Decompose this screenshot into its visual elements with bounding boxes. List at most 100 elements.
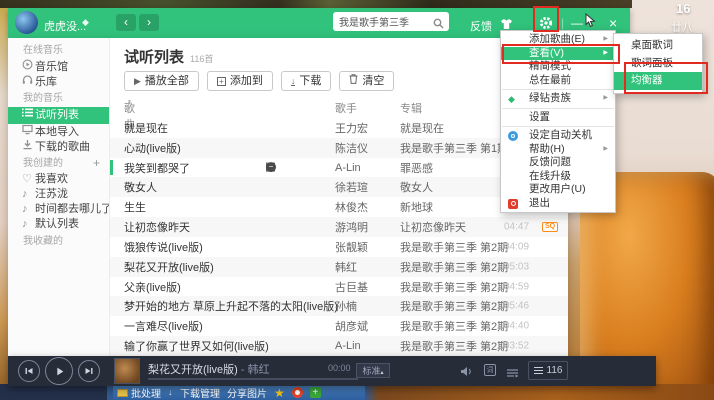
play-button[interactable] xyxy=(45,357,73,385)
next-button[interactable] xyxy=(78,360,100,382)
download-manager-button[interactable]: ↓ 下载管理 xyxy=(168,385,220,400)
menu-item-always-on-top[interactable]: 总在最前 xyxy=(501,74,615,88)
progress-bar[interactable] xyxy=(148,378,358,380)
trash-icon xyxy=(349,72,358,90)
sidebar-item-downloaded[interactable]: 下载的歌曲 xyxy=(8,139,109,154)
exit-icon xyxy=(508,199,518,209)
menu-separator xyxy=(502,126,614,127)
table-row[interactable]: 饿狼传说(live版) 张靓颖 我是歌手第三季 第2期 04:09 xyxy=(110,237,568,257)
window-body: 在线音乐 音乐馆 乐库 我的音乐 试听列表 本地导入 xyxy=(8,38,568,356)
quality-selector[interactable]: 标准▴ xyxy=(356,363,390,378)
search-box[interactable] xyxy=(333,12,449,31)
page-title: 试听列表 xyxy=(124,46,184,67)
music-note-icon: ♪ xyxy=(22,217,35,232)
sidebar-item-library[interactable]: 乐库 xyxy=(8,74,109,89)
table-row[interactable]: 梨花又开放(live版) 韩红 我是歌手第三季 第2期 05:03 xyxy=(110,257,568,277)
play-icon: ▶ xyxy=(134,72,141,90)
menu-item-switch-user[interactable]: 更改用户(U) xyxy=(501,183,615,197)
download-button[interactable]: ↓ 下载 xyxy=(281,71,332,91)
nav-forward-button[interactable]: › xyxy=(139,14,159,31)
sidebar-section-collected: 我收藏的 xyxy=(8,232,109,250)
add-icon[interactable]: + xyxy=(310,387,321,398)
sidebar-item-playlist-2[interactable]: ♪时间都去哪儿了 xyxy=(8,202,109,217)
close-button[interactable]: × xyxy=(609,15,617,31)
lyrics-icon[interactable]: 词 xyxy=(484,364,496,376)
row-delete-icon[interactable]: − xyxy=(266,163,276,173)
menu-item-exit[interactable]: 退出 xyxy=(501,197,615,211)
column-album[interactable]: 专辑 xyxy=(400,100,422,116)
feedback-link[interactable]: 反馈 xyxy=(470,18,492,34)
play-mode-icon[interactable] xyxy=(506,365,519,383)
playlist-toggle[interactable]: 116 xyxy=(528,361,568,380)
sidebar-item-listen-list[interactable]: 试听列表 xyxy=(8,107,109,124)
desktop-strip-left xyxy=(0,8,8,400)
batch-process-button[interactable]: 批处理 xyxy=(117,385,161,400)
now-playing-title[interactable]: 梨花又开放(live版) - 韩红 xyxy=(148,361,270,377)
avatar[interactable] xyxy=(15,11,38,34)
song-count: 116首 xyxy=(190,52,213,65)
annotation-box-gear xyxy=(533,6,559,32)
search-input[interactable] xyxy=(339,13,427,29)
previous-button[interactable] xyxy=(18,360,40,382)
sq-badge: SQ xyxy=(542,222,558,232)
now-playing-artist: 韩红 xyxy=(248,364,270,376)
submenu-arrow-icon: ▶ xyxy=(603,92,608,106)
menu-item-feedback[interactable]: 反馈问题 xyxy=(501,156,615,170)
weibo-icon[interactable] xyxy=(292,387,303,398)
playlist-icon xyxy=(534,367,543,374)
desktop-date-day: 16 xyxy=(676,1,690,16)
monitor-icon xyxy=(22,124,35,140)
play-all-button[interactable]: ▶ 播放全部 xyxy=(124,71,199,91)
share-image-button[interactable]: 分享图片 xyxy=(227,385,267,400)
table-row[interactable]: 让初恋像昨天 游鸿明 让初恋像昨天 04:47 SQ xyxy=(110,217,568,237)
annotation-box-view xyxy=(502,44,620,64)
sidebar-item-playlist-3[interactable]: ♪默认列表 xyxy=(8,217,109,232)
sidebar-item-local-import[interactable]: 本地导入 xyxy=(8,124,109,139)
table-row[interactable]: 父亲(live版) 古巨基 我是歌手第三季 第2期 04:59 xyxy=(110,277,568,297)
clear-button[interactable]: 清空 xyxy=(339,71,394,91)
mouse-cursor xyxy=(585,13,596,33)
search-icon[interactable] xyxy=(433,16,444,34)
nav-back-button[interactable]: ‹ xyxy=(116,14,136,31)
table-row[interactable]: 梦开始的地方 草原上升起不落的太阳(live版) 孙楠 我是歌手第三季 第2期 … xyxy=(110,296,568,316)
table-row[interactable]: 输了你赢了世界又如何(live版) A-Lin 我是歌手第三季 第2期 03:5… xyxy=(110,336,568,356)
submenu-item-desktop-lyrics[interactable]: 桌面歌词 xyxy=(614,37,702,55)
menu-item-green-diamond[interactable]: ◆绿钻贵族▶ xyxy=(501,92,615,106)
music-note-icon: ♪ xyxy=(22,202,35,217)
headphones-icon xyxy=(22,74,35,90)
player-bar: 梨花又开放(live版) - 韩红 00:00 标准▴ 词 116 xyxy=(8,356,656,386)
sidebar-item-playlist-1[interactable]: ♪汪苏泷 xyxy=(8,187,109,202)
minimize-button[interactable]: — xyxy=(571,16,583,30)
sidebar: 在线音乐 音乐馆 乐库 我的音乐 试听列表 本地导入 xyxy=(8,38,110,356)
menu-item-auto-shutdown[interactable]: 设定自动关机 xyxy=(501,129,615,143)
auto-shutdown-icon xyxy=(508,131,518,141)
heart-icon: ♡ xyxy=(22,172,35,187)
batch-icon xyxy=(117,389,128,397)
favorite-star-icon[interactable]: ★ xyxy=(274,387,285,399)
playlist-count: 116 xyxy=(547,365,563,376)
sidebar-section-online: 在线音乐 xyxy=(8,41,109,59)
sidebar-section-created: 我创建的 + xyxy=(8,154,109,172)
sidebar-section-my-music: 我的音乐 xyxy=(8,89,109,107)
screen: 16 廿八 批处理 ↓ 下载管理 分享图片 ★ + 虎虎没... ◆ ‹ › 反… xyxy=(0,0,714,400)
sidebar-item-favorites[interactable]: ♡我喜欢 xyxy=(8,172,109,187)
album-art[interactable] xyxy=(114,358,140,384)
menu-separator xyxy=(502,108,614,109)
menu-separator xyxy=(502,89,614,90)
add-playlist-button[interactable]: + xyxy=(93,157,100,169)
download-icon xyxy=(22,139,35,155)
playlist-icon xyxy=(22,107,35,124)
add-to-button[interactable]: + 添加到 xyxy=(207,71,273,91)
username[interactable]: 虎虎没... xyxy=(44,18,86,34)
playback-time: 00:00 xyxy=(328,363,351,373)
volume-icon[interactable] xyxy=(460,364,473,382)
menu-item-settings[interactable]: 设置 xyxy=(501,111,615,125)
menu-item-online-update[interactable]: 在线升级 xyxy=(501,170,615,184)
submenu-arrow-icon: ▶ xyxy=(603,143,608,157)
music-note-icon: ♪ xyxy=(22,187,35,202)
column-singer[interactable]: 歌手 xyxy=(335,100,357,116)
menu-item-help[interactable]: 帮助(H)▶ xyxy=(501,143,615,157)
download-icon: ↓ xyxy=(291,77,296,86)
sidebar-item-music-hall[interactable]: 音乐馆 xyxy=(8,59,109,74)
table-row[interactable]: 一言难尽(live版) 胡彦斌 我是歌手第三季 第2期 04:40 xyxy=(110,316,568,336)
